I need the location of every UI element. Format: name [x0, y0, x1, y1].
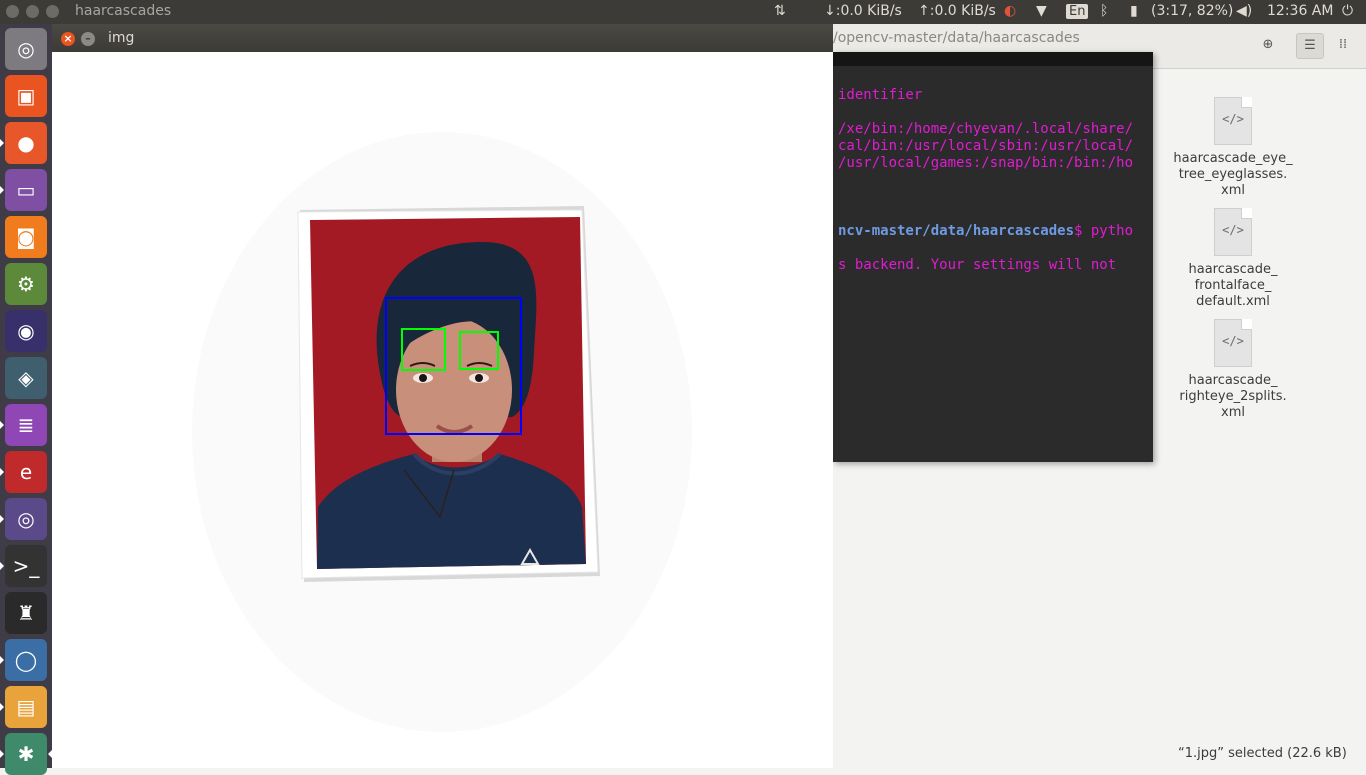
chromium-icon: ◯: [14, 648, 38, 672]
right-pupil: [475, 374, 483, 382]
clock[interactable]: 12:36 AM: [1267, 3, 1333, 19]
running-indicator: [0, 139, 4, 147]
launcher-document-viewer-button[interactable]: e: [5, 451, 47, 493]
file-label: xml: [1221, 183, 1245, 198]
software-center-icon: ◙: [16, 225, 36, 249]
network-arrows-icon[interactable]: ⇅: [774, 3, 786, 19]
archive-manager-icon: ▤: [16, 695, 36, 719]
terminal-line: s backend. Your settings will not: [838, 257, 1117, 273]
running-indicator: [0, 421, 4, 429]
xml-file-icon: </>: [1214, 208, 1252, 256]
files-icon: ▭: [16, 178, 36, 202]
window-title: img: [108, 30, 135, 46]
running-indicator: [0, 186, 4, 194]
file-label: default.xml: [1196, 294, 1270, 309]
terminal-line: ncv-master/data/haarcascades$ pytho: [838, 223, 1134, 239]
launcher-screenshot-button[interactable]: ▣: [5, 75, 47, 117]
running-indicator: [0, 656, 4, 664]
ubuntu-dash-icon: ◎: [17, 37, 35, 61]
net-up-speed: ↑:0.0 KiB/s: [918, 3, 996, 19]
close-button[interactable]: ×: [61, 32, 75, 46]
launcher-archive-manager-button[interactable]: ▤: [5, 686, 47, 728]
top-panel: haarcascades ⇅ ↓:0.0 KiB/s ↑:0.0 KiB/s ◐…: [0, 0, 1366, 24]
running-indicator: [0, 468, 4, 476]
status-bar: “1.jpg” selected (22.6 kB): [1178, 746, 1347, 761]
photo-image: [192, 132, 692, 732]
keyboard-layout[interactable]: En: [1066, 4, 1089, 19]
terminal-line: cal/bin:/usr/local/sbin:/usr/local/: [838, 138, 1134, 154]
launcher-terminal-button[interactable]: >_: [5, 545, 47, 587]
window-minimize-button[interactable]: [26, 5, 39, 18]
minimize-button[interactable]: –: [81, 32, 95, 46]
terminal-line: /xe/bin:/home/chyevan/.local/share/: [838, 121, 1134, 137]
chess-icon: ♜: [17, 601, 35, 625]
window-maximize-button[interactable]: [46, 5, 59, 18]
running-indicator: [0, 750, 4, 758]
window-close-button[interactable]: [6, 5, 19, 18]
xml-file-icon: </>: [1214, 319, 1252, 367]
file-label: haarcascade_: [1188, 373, 1278, 388]
launcher-firefox-button[interactable]: ●: [5, 122, 47, 164]
launcher-webcam-button[interactable]: ◎: [5, 498, 47, 540]
text-editor-icon: ≣: [17, 413, 35, 437]
image-viewer-icon: ◈: [18, 366, 34, 390]
launcher-chromium-button[interactable]: ◯: [5, 639, 47, 681]
running-indicator: [0, 703, 4, 711]
image-window[interactable]: × – img: [52, 24, 833, 768]
list-view-button[interactable]: ☰: [1296, 33, 1324, 59]
launcher-text-editor-button[interactable]: ≣: [5, 404, 47, 446]
webcam-icon: ◎: [17, 507, 35, 531]
file-label: haarcascade_eye_: [1173, 151, 1293, 166]
file-manager-path[interactable]: /opencv-master/data/haarcascades: [833, 30, 1080, 46]
grid-view-button[interactable]: ⁞⁞: [1330, 33, 1356, 57]
file-item[interactable]: </> haarcascade_ frontalface_ default.xml: [1163, 208, 1303, 310]
launcher-image-viewer-button[interactable]: ◈: [5, 357, 47, 399]
xml-file-icon: </>: [1214, 97, 1252, 145]
battery-status: (3:17, 82%): [1151, 3, 1234, 19]
system-settings-icon: ⚙: [17, 272, 35, 296]
screenshot-icon: ▣: [16, 84, 36, 108]
eclipse-icon: ◉: [17, 319, 35, 343]
bluetooth-icon[interactable]: ᛒ: [1100, 3, 1108, 19]
terminal-line: /usr/local/games:/snap/bin:/bin:/ho: [838, 155, 1134, 171]
terminal-window[interactable]: identifier/xe/bin:/home/chyevan/.local/s…: [833, 52, 1153, 462]
session-gear-icon[interactable]: ⏻: [1342, 3, 1353, 19]
firefox-icon: ●: [17, 131, 35, 155]
volume-icon[interactable]: ◀): [1236, 3, 1252, 19]
launcher-eclipse-button[interactable]: ◉: [5, 310, 47, 352]
terminal-line: identifier: [838, 87, 923, 103]
file-label: haarcascade_: [1188, 262, 1278, 277]
launcher-software-center-button[interactable]: ◙: [5, 216, 47, 258]
launcher-system-settings-button[interactable]: ⚙: [5, 263, 47, 305]
file-item[interactable]: </> haarcascade_ righteye_2splits. xml: [1163, 319, 1303, 421]
wifi-icon[interactable]: ▼: [1036, 3, 1047, 19]
net-down-speed: ↓:0.0 KiB/s: [824, 3, 902, 19]
image-canvas: [52, 52, 833, 768]
active-window-title: haarcascades: [75, 3, 172, 19]
image-window-titlebar: × – img: [52, 24, 833, 52]
left-pupil: [419, 374, 427, 382]
file-label: righteye_2splits.: [1179, 389, 1287, 404]
location-icon[interactable]: ⊕: [1255, 33, 1281, 57]
terminal-titlebar: [833, 52, 1153, 66]
launcher-gears-button[interactable]: ✱: [5, 733, 47, 775]
document-viewer-icon: e: [19, 460, 33, 484]
gears-icon: ✱: [17, 742, 35, 766]
battery-icon[interactable]: ▮: [1130, 3, 1138, 19]
launcher-chess-button[interactable]: ♜: [5, 592, 47, 634]
indicator-app-icon[interactable]: ◐: [1004, 3, 1016, 19]
launcher-ubuntu-dash-button[interactable]: ◎: [5, 28, 47, 70]
file-label: frontalface_: [1194, 278, 1272, 293]
running-indicator: [0, 562, 4, 570]
terminal-icon: >_: [12, 554, 40, 578]
file-item[interactable]: </> haarcascade_eye_ tree_eyeglasses. xml: [1163, 97, 1303, 199]
launcher-files-button[interactable]: ▭: [5, 169, 47, 211]
launcher: ◎ ▣ ● ▭ ◙ ⚙ ◉ ◈ ≣ e ◎ >_ ♜ ◯ ▤ ✱: [0, 24, 52, 775]
running-indicator: [0, 515, 4, 523]
file-label: xml: [1221, 405, 1245, 420]
file-label: tree_eyeglasses.: [1178, 167, 1288, 182]
